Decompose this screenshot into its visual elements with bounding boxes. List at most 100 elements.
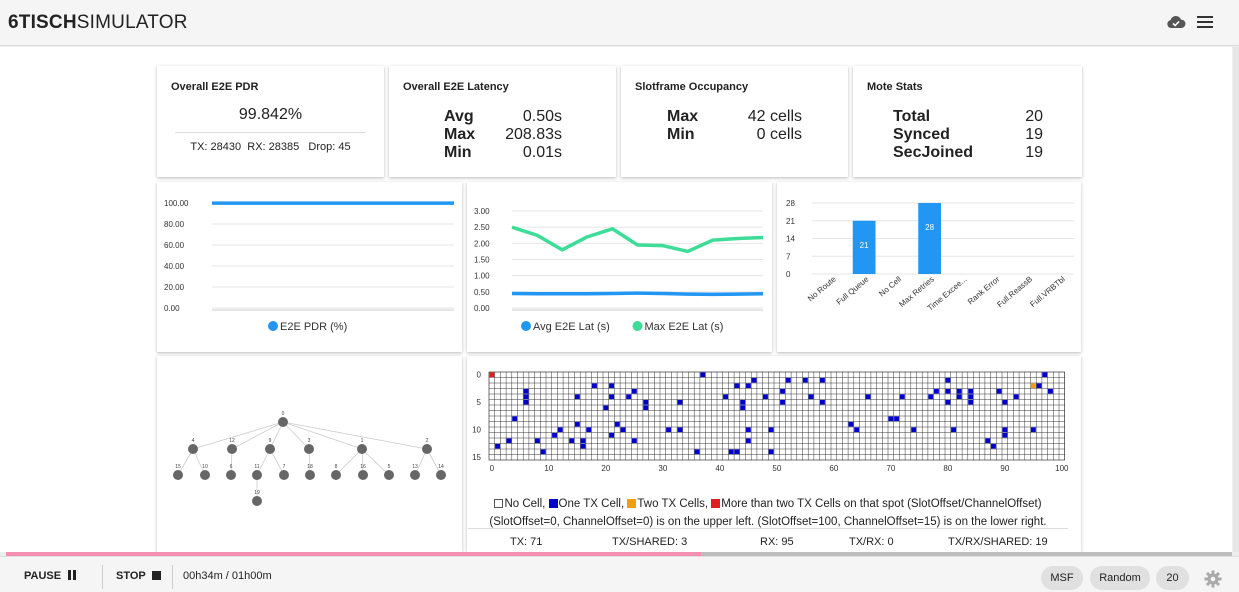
topology-node[interactable] xyxy=(173,470,183,480)
schedule-cell[interactable] xyxy=(854,427,860,433)
schedule-grid[interactable]: 0 5 10 15 0 10 20 30 40 50 60 70 80 90 100 xyxy=(467,356,1081,486)
msf-chip[interactable]: MSF xyxy=(1041,566,1083,590)
schedule-cell[interactable] xyxy=(734,449,740,455)
topology-node[interactable] xyxy=(331,470,341,480)
schedule-cell[interactable] xyxy=(603,405,609,411)
topology-node[interactable] xyxy=(305,470,315,480)
schedule-cell[interactable] xyxy=(985,438,991,444)
schedule-cell[interactable] xyxy=(495,443,500,449)
topology-node[interactable] xyxy=(304,444,314,454)
schedule-cell[interactable] xyxy=(677,399,683,405)
schedule-cell[interactable] xyxy=(768,427,774,433)
schedule-cell[interactable] xyxy=(569,438,575,444)
schedule-cell[interactable] xyxy=(609,394,614,400)
schedule-cell[interactable] xyxy=(928,394,934,400)
topology-node[interactable] xyxy=(358,470,368,480)
schedule-cell[interactable] xyxy=(968,388,974,394)
topology-node[interactable] xyxy=(422,444,432,454)
schedule-cell[interactable] xyxy=(968,394,974,400)
topology-node[interactable] xyxy=(410,470,420,480)
topology-node[interactable] xyxy=(227,444,237,454)
schedule-cell[interactable] xyxy=(1030,383,1036,389)
topology-node[interactable] xyxy=(279,470,289,480)
topology-node[interactable] xyxy=(200,470,210,480)
schedule-cell[interactable] xyxy=(865,394,871,400)
schedule-cell[interactable] xyxy=(506,438,512,444)
topology-node[interactable] xyxy=(252,496,262,506)
schedule-cell[interactable] xyxy=(820,377,825,383)
schedule-cell[interactable] xyxy=(745,383,751,389)
vertical-scrollbar[interactable] xyxy=(1233,47,1239,552)
schedule-cell[interactable] xyxy=(631,388,637,394)
schedule-cell[interactable] xyxy=(820,399,825,405)
topology-node[interactable] xyxy=(226,470,236,480)
schedule-cell[interactable] xyxy=(740,399,746,405)
schedule-cell[interactable] xyxy=(609,383,614,389)
schedule-cell[interactable] xyxy=(700,372,706,378)
schedule-cell[interactable] xyxy=(574,421,580,427)
schedule-cell[interactable] xyxy=(740,405,746,411)
schedule-cell[interactable] xyxy=(785,377,791,383)
schedule-cell[interactable] xyxy=(780,388,785,394)
schedule-cell[interactable] xyxy=(677,427,683,433)
schedule-cell[interactable] xyxy=(523,399,529,405)
motes-count-chip[interactable]: 20 xyxy=(1156,566,1189,590)
schedule-cell[interactable] xyxy=(899,394,905,400)
schedule-cell[interactable] xyxy=(996,388,1002,394)
gear-icon[interactable] xyxy=(1204,570,1222,588)
schedule-cell[interactable] xyxy=(888,416,894,422)
schedule-cell[interactable] xyxy=(768,449,774,455)
stop-button[interactable]: STOP xyxy=(116,570,161,582)
schedule-cell[interactable] xyxy=(614,421,620,427)
schedule-cell[interactable] xyxy=(586,427,592,433)
schedule-cell[interactable] xyxy=(734,383,740,389)
schedule-cell[interactable] xyxy=(808,394,814,400)
schedule-cell[interactable] xyxy=(745,438,751,444)
schedule-cell[interactable] xyxy=(911,427,917,433)
schedule-cell[interactable] xyxy=(991,443,996,449)
schedule-cell[interactable] xyxy=(945,388,951,394)
topology-node[interactable] xyxy=(357,444,367,454)
schedule-cell[interactable] xyxy=(552,432,557,438)
schedule-cell[interactable] xyxy=(580,438,586,444)
cloud-check-icon[interactable] xyxy=(1166,15,1186,29)
schedule-cell[interactable] xyxy=(934,388,939,394)
topology-node[interactable] xyxy=(252,470,262,480)
schedule-cell[interactable] xyxy=(694,449,700,455)
schedule-cell[interactable] xyxy=(751,377,757,383)
schedule-cell[interactable] xyxy=(666,427,671,433)
schedule-cell[interactable] xyxy=(535,438,540,444)
schedule-cell[interactable] xyxy=(763,394,768,400)
topology-node[interactable] xyxy=(384,470,394,480)
schedule-cell[interactable] xyxy=(523,394,529,400)
schedule-cell[interactable] xyxy=(620,427,626,433)
schedule-cell[interactable] xyxy=(1002,399,1008,405)
schedule-cell[interactable] xyxy=(945,399,951,405)
schedule-cell[interactable] xyxy=(557,427,563,433)
random-chip[interactable]: Random xyxy=(1090,566,1150,590)
schedule-cell[interactable] xyxy=(1030,427,1036,433)
schedule-cell[interactable] xyxy=(489,372,495,378)
schedule-cell[interactable] xyxy=(1042,372,1048,378)
schedule-cell[interactable] xyxy=(848,421,854,427)
schedule-cell[interactable] xyxy=(512,416,518,422)
schedule-cell[interactable] xyxy=(894,416,899,422)
schedule-cell[interactable] xyxy=(643,399,649,405)
schedule-cell[interactable] xyxy=(745,427,751,433)
topology-node[interactable] xyxy=(278,417,288,427)
schedule-cell[interactable] xyxy=(523,388,529,394)
schedule-cell[interactable] xyxy=(643,405,649,411)
schedule-cell[interactable] xyxy=(780,399,785,405)
schedule-cell[interactable] xyxy=(540,449,546,455)
schedule-cell[interactable] xyxy=(631,438,637,444)
schedule-cell[interactable] xyxy=(592,383,597,389)
schedule-cell[interactable] xyxy=(802,377,808,383)
hamburger-menu-icon[interactable] xyxy=(1197,16,1213,28)
schedule-cell[interactable] xyxy=(1013,394,1019,400)
schedule-cell[interactable] xyxy=(968,399,974,405)
schedule-cell[interactable] xyxy=(956,394,962,400)
schedule-cell[interactable] xyxy=(1048,388,1053,394)
schedule-cell[interactable] xyxy=(580,443,586,449)
schedule-cell[interactable] xyxy=(728,449,734,455)
schedule-cell[interactable] xyxy=(626,394,632,400)
